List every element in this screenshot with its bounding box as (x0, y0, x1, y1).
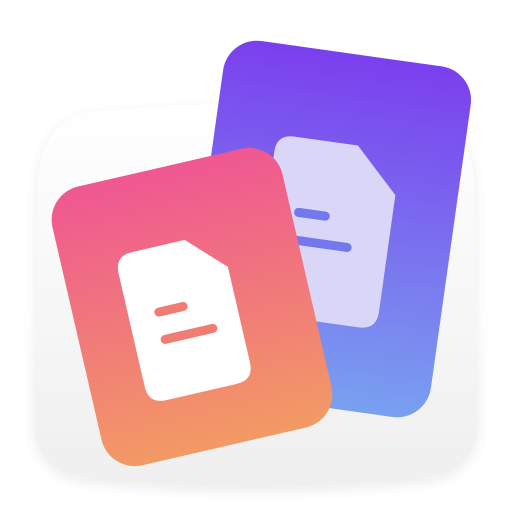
document-stack-icon (34, 40, 478, 487)
app-icon (0, 0, 512, 512)
